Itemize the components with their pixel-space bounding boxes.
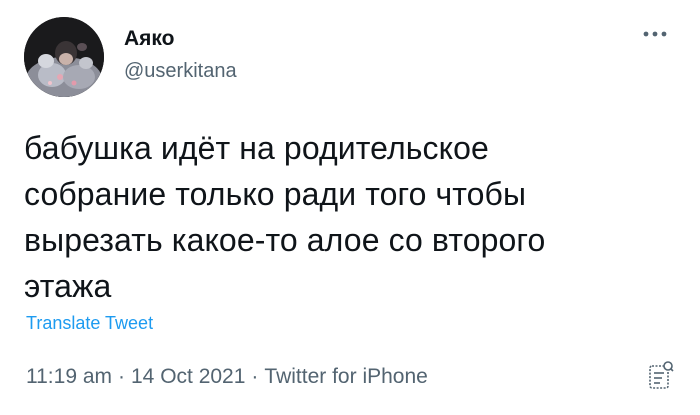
tweet-card: Аяко @userkitana бабушка идёт на родител… <box>0 0 700 415</box>
tweet-date[interactable]: 14 Oct 2021 <box>131 365 245 388</box>
more-options-icon[interactable] <box>640 26 670 42</box>
meta-separator: · <box>251 365 259 388</box>
tweet-source[interactable]: Twitter for iPhone <box>264 365 427 388</box>
translate-tweet-link[interactable]: Translate Tweet <box>26 312 153 334</box>
analytics-icon[interactable] <box>646 360 674 392</box>
tweet-time[interactable]: 11:19 am <box>26 365 112 388</box>
user-handle[interactable]: @userkitana <box>124 59 237 83</box>
tweet-metadata: 11:19 am · 14 Oct 2021 · Twitter for iPhone <box>26 364 428 390</box>
avatar[interactable] <box>24 17 104 97</box>
display-name[interactable]: Аяко <box>124 27 174 51</box>
meta-separator: · <box>118 365 125 388</box>
tweet-text: бабушка идёт на родительское собрание то… <box>24 130 546 304</box>
avatar-image <box>24 17 104 97</box>
